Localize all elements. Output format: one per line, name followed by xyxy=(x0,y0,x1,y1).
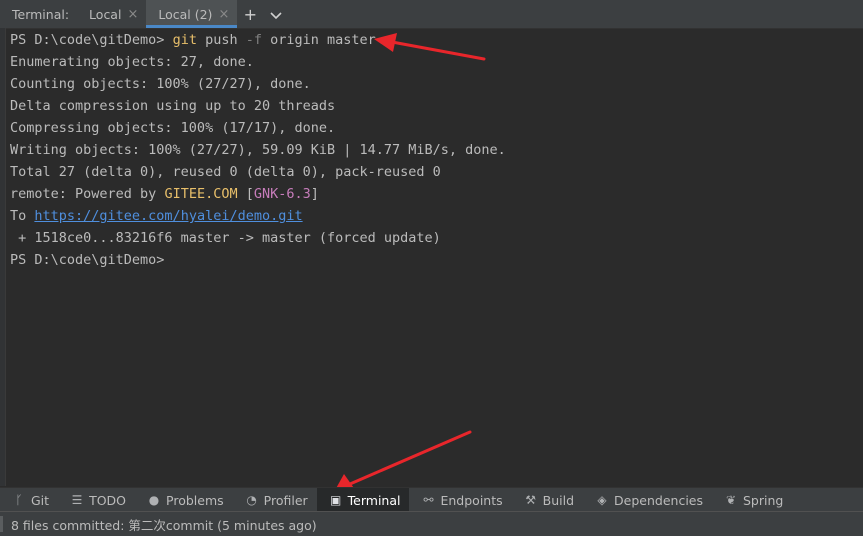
output-line: Delta compression using up to 20 threads xyxy=(10,98,336,114)
close-icon[interactable]: × xyxy=(218,7,229,22)
tab-local-2[interactable]: Local (2) × xyxy=(146,0,238,28)
remote-bracket-open: [ xyxy=(237,186,254,202)
command-args: origin master xyxy=(262,32,376,48)
tool-window-todo[interactable]: ☰ TODO xyxy=(58,488,135,512)
tool-window-label: Profiler xyxy=(263,492,308,508)
remote-url-link[interactable]: https://gitee.com/hyalei/demo.git xyxy=(34,208,302,224)
output-line: Total 27 (delta 0), reused 0 (delta 0), … xyxy=(10,164,441,180)
terminal-output[interactable]: PS D:\code\gitDemo> git push -f origin m… xyxy=(10,29,863,485)
tool-window-label: Dependencies xyxy=(614,492,703,508)
tab-local-2-label: Local (2) xyxy=(158,6,213,22)
branch-icon: ᚴ xyxy=(15,493,23,507)
prompt: PS D:\code\gitDemo> xyxy=(10,32,173,48)
tab-local-label: Local xyxy=(89,6,122,22)
chevron-down-icon[interactable] xyxy=(263,5,289,24)
terminal-tab-bar: Terminal: Local × Local (2) × + xyxy=(0,0,863,29)
output-line: Writing objects: 100% (27/27), 59.09 KiB… xyxy=(10,142,506,158)
status-bar: 8 files committed: 第二次commit (5 minutes … xyxy=(0,511,863,536)
tool-window-git[interactable]: ᚴ Git xyxy=(0,488,58,512)
tool-window-dependencies[interactable]: ◈ Dependencies xyxy=(583,488,712,512)
command-push: push xyxy=(196,32,246,48)
tool-window-label: Endpoints xyxy=(440,492,503,508)
tool-window-profiler[interactable]: ◔ Profiler xyxy=(233,488,317,512)
prompt-line: PS D:\code\gitDemo> xyxy=(10,252,165,268)
remote-bracket-close: ] xyxy=(310,186,319,202)
terminal-title: Terminal: xyxy=(12,6,70,22)
remote-prefix: remote: Powered by xyxy=(10,186,165,202)
output-line: + 1518ce0...83216f6 master -> master (fo… xyxy=(10,230,441,246)
output-line: Compressing objects: 100% (17/17), done. xyxy=(10,120,336,136)
tool-window-build[interactable]: ⚒ Build xyxy=(512,488,583,512)
problems-icon: ● xyxy=(148,493,160,507)
to-line: To https://gitee.com/hyalei/demo.git xyxy=(10,205,863,227)
left-gutter xyxy=(0,28,6,486)
spring-leaf-icon: ❦ xyxy=(725,493,737,507)
remote-brand: GITEE.COM xyxy=(164,186,238,202)
tool-window-label: Spring xyxy=(743,492,784,508)
dependencies-icon: ◈ xyxy=(597,493,607,507)
tool-window-label: Terminal xyxy=(347,492,401,508)
tool-window-bar: ᚴ Git ☰ TODO ● Problems ◔ Profiler ▣ Ter… xyxy=(0,487,863,512)
tool-window-label: TODO xyxy=(89,492,127,508)
close-icon[interactable]: × xyxy=(127,7,138,22)
tool-window-spring[interactable]: ❦ Spring xyxy=(712,488,792,512)
tool-window-problems[interactable]: ● Problems xyxy=(135,488,233,512)
status-message[interactable]: 8 files committed: 第二次commit (5 minutes … xyxy=(0,515,317,534)
output-line: Enumerating objects: 27, done. xyxy=(10,54,254,70)
output-line: Counting objects: 100% (27/27), done. xyxy=(10,76,311,92)
remote-line: remote: Powered by GITEE.COM [GNK-6.3] xyxy=(10,183,863,205)
list-icon: ☰ xyxy=(71,493,83,507)
command-line: PS D:\code\gitDemo> git push -f origin m… xyxy=(10,29,863,51)
profiler-icon: ◔ xyxy=(246,493,257,507)
tool-window-label: Git xyxy=(31,492,50,508)
tool-window-label: Problems xyxy=(166,492,224,508)
hammer-icon: ⚒ xyxy=(525,493,537,507)
command-flag: -f xyxy=(245,32,262,48)
tab-local[interactable]: Local × xyxy=(77,0,146,28)
tool-window-terminal[interactable]: ▣ Terminal xyxy=(316,488,410,512)
endpoints-icon: ⚯ xyxy=(423,493,434,507)
to-prefix: To xyxy=(10,208,35,224)
add-icon[interactable]: + xyxy=(237,5,263,24)
terminal-icon: ▣ xyxy=(329,493,342,507)
remote-version: GNK-6.3 xyxy=(253,186,311,202)
status-bar-toggle[interactable] xyxy=(0,516,3,532)
tool-window-label: Build xyxy=(542,492,575,508)
command-git: git xyxy=(172,32,197,48)
tool-window-endpoints[interactable]: ⚯ Endpoints xyxy=(409,488,511,512)
